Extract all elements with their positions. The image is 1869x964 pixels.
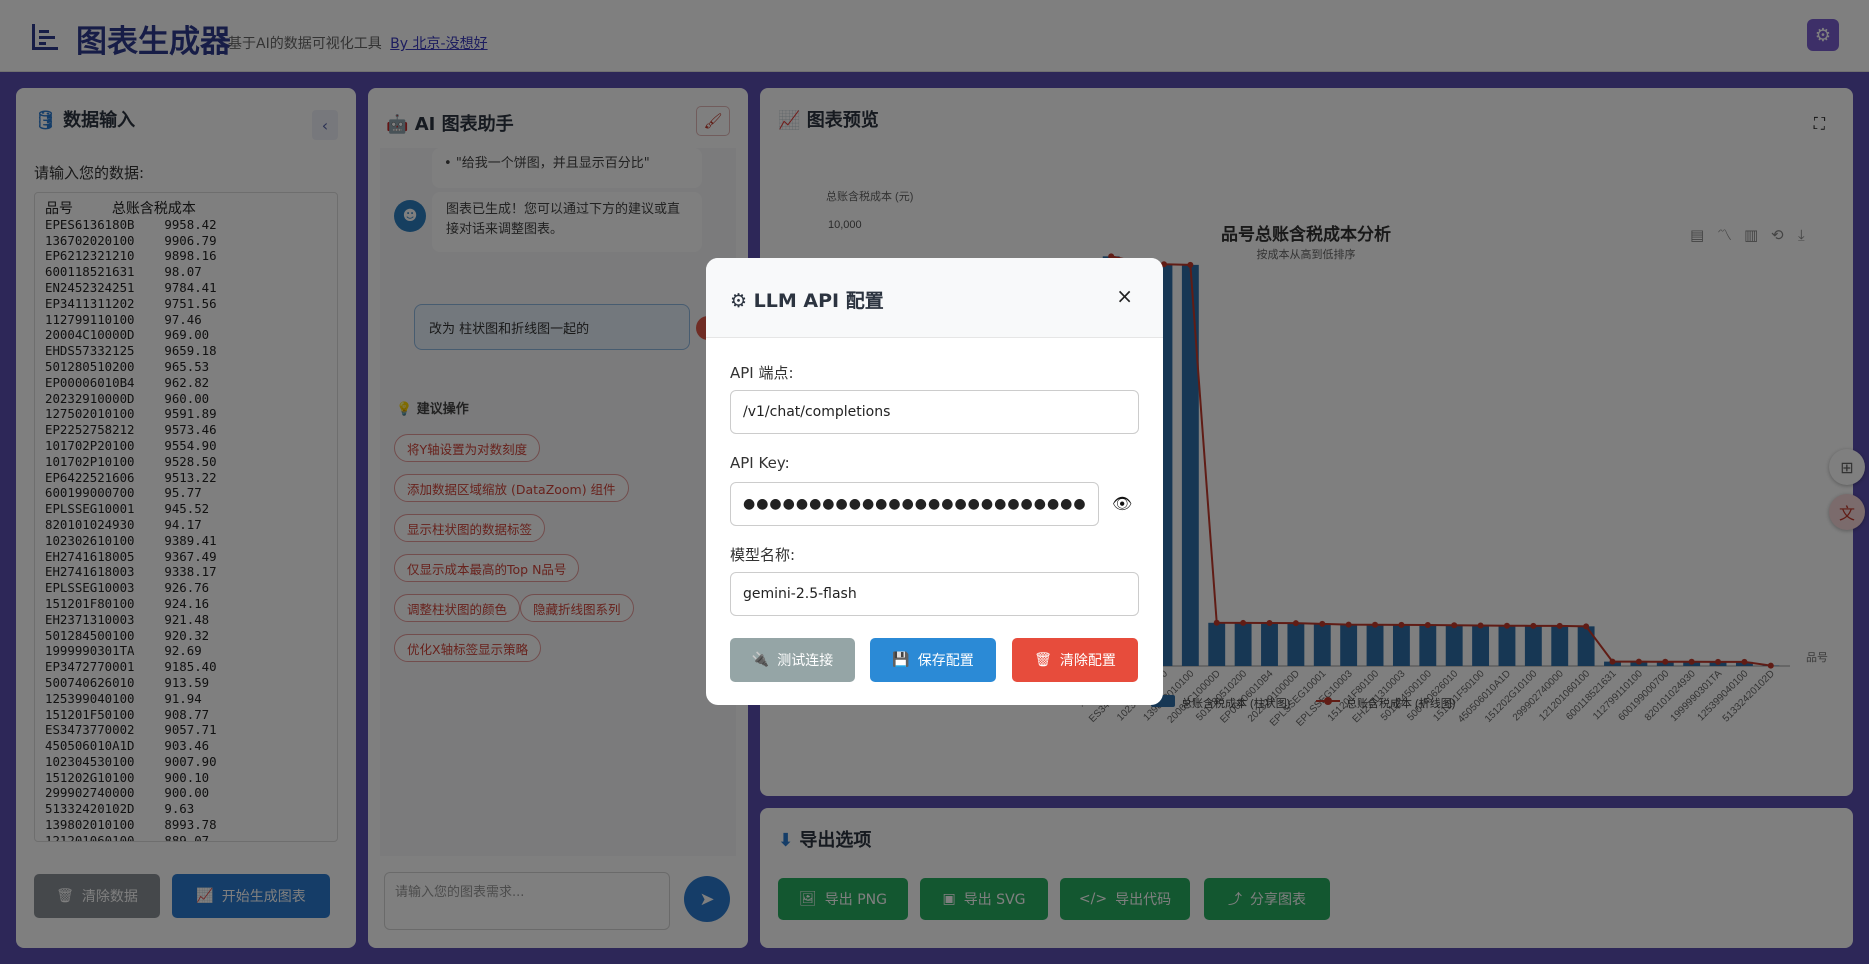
endpoint-label: API 端点: — [730, 364, 794, 382]
llm-config-modal: ⚙ LLM API 配置 × API 端点: /v1/chat/completi… — [706, 258, 1163, 705]
save-icon: 💾 — [892, 652, 910, 668]
api-key-value: ●●●●●●●●●●●●●●●●●●●●●●●●●●●●●●●●●●●●●●●●… — [743, 496, 1086, 512]
eye-icon[interactable]: 👁 — [1112, 494, 1132, 513]
save-config-button[interactable]: 💾 保存配置 — [870, 638, 996, 682]
model-label: 模型名称: — [730, 546, 796, 564]
test-connection-button[interactable]: 🔌 测试连接 — [730, 638, 855, 682]
gear-icon: ⚙ — [730, 290, 748, 312]
save-config-label: 保存配置 — [917, 653, 974, 669]
model-field[interactable]: gemini-2.5-flash — [730, 572, 1139, 616]
test-connection-label: 测试连接 — [777, 653, 834, 669]
clear-config-label: 清除配置 — [1059, 653, 1116, 669]
modal-title-text: LLM API 配置 — [753, 290, 884, 312]
close-icon[interactable]: × — [1116, 284, 1133, 308]
trash-icon: 🗑 — [1034, 652, 1052, 668]
endpoint-field[interactable]: /v1/chat/completions — [730, 390, 1139, 434]
plug-icon: 🔌 — [751, 652, 770, 668]
modal-title: ⚙ LLM API 配置 — [730, 286, 884, 313]
api-key-label: API Key: — [730, 454, 790, 472]
clear-config-button[interactable]: 🗑 清除配置 — [1012, 638, 1138, 682]
modal-header: ⚙ LLM API 配置 × — [706, 258, 1163, 338]
api-key-field[interactable]: ●●●●●●●●●●●●●●●●●●●●●●●●●●●●●●●●●●●●●●●●… — [730, 482, 1099, 526]
